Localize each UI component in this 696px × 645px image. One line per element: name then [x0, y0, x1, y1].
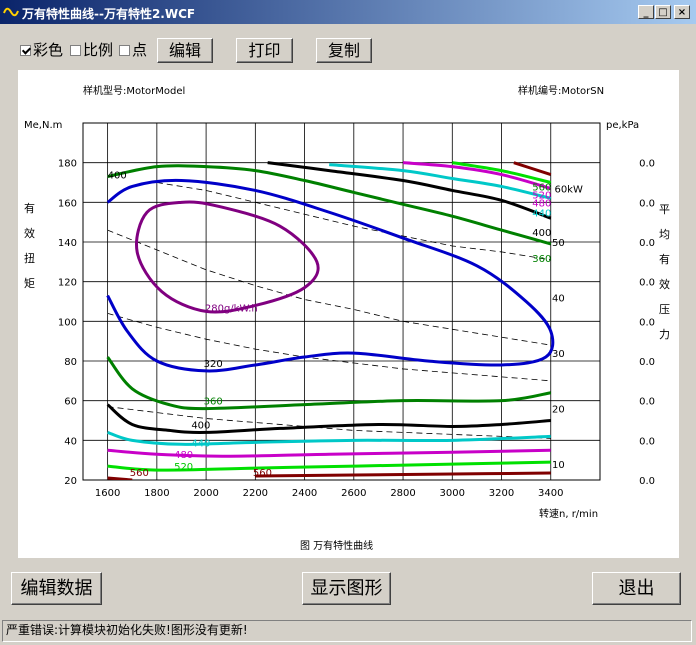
point-checkbox-box[interactable] [119, 45, 130, 56]
power-line [107, 406, 551, 439]
bsfc-contour [107, 164, 552, 246]
right-axis-title-char: 均 [659, 228, 670, 241]
ratio-checkbox-label: 比例 [83, 41, 114, 59]
edit-data-button[interactable]: 编辑数据 [11, 572, 102, 605]
power-line [107, 229, 551, 346]
y-tick-label: 100 [58, 317, 77, 328]
chart-caption: 图 万有特性曲线 [300, 539, 373, 552]
point-checkbox-label: 点 [132, 41, 148, 59]
x-tick-label: 3200 [489, 488, 514, 499]
x-tick-label: 2800 [390, 488, 415, 499]
status-bar: 严重错误:计算模块初始化失败!图形没有更新! [2, 620, 692, 642]
right-tick-label: 0.0 [639, 397, 655, 408]
y-tick-label: 120 [58, 278, 77, 289]
contour-label: 440 [191, 438, 210, 449]
right-tick-label: 0.0 [639, 476, 655, 487]
contour-label: 480 [174, 450, 193, 461]
contour-label: 360 [532, 254, 551, 265]
maximize-button[interactable]: □ [655, 5, 671, 19]
contour-label: 400 [532, 228, 551, 239]
bsfc-contour [255, 471, 551, 478]
contour-label: 360 [204, 397, 223, 408]
right-axis-title-char: 平 [659, 203, 670, 216]
contour-label: 400 [191, 420, 210, 431]
sn-label: 样机编号:MotorSN [518, 84, 604, 97]
right-tick-label: 0.0 [639, 159, 655, 170]
power-label: 40 [552, 294, 565, 305]
right-tick-label: 0.0 [639, 278, 655, 289]
contour-label: 520 [174, 462, 193, 473]
y-tick-label: 160 [58, 198, 77, 209]
contour-label: 320 [204, 359, 223, 370]
ratio-checkbox-box[interactable] [70, 45, 81, 56]
y-tick-label: 20 [64, 476, 77, 487]
contour-label: 560 [253, 468, 272, 479]
x-tick-label: 1800 [144, 488, 169, 499]
title-bar: 万有特性曲线--万有特性2.WCF _ □ × [0, 0, 696, 24]
color-checkbox[interactable]: 彩色 [20, 41, 63, 59]
left-axis-title-char: 效 [24, 226, 35, 240]
y-tick-label: 40 [64, 436, 77, 447]
x-tick-label: 3000 [440, 488, 465, 499]
contour-label: 560 [130, 468, 149, 479]
bsfc-contour [513, 161, 552, 176]
app-icon [3, 7, 19, 17]
right-axis-title-char: 效 [659, 277, 670, 291]
x-tick-label: 1600 [95, 488, 120, 499]
y-tick-label: 180 [58, 159, 77, 170]
right-tick-label: 0.0 [639, 357, 655, 368]
y-tick-label: 60 [64, 397, 77, 408]
x-axis-label: 转速n, r/min [539, 507, 598, 520]
contour-label: 280g/kW.h [205, 303, 258, 314]
bsfc-contour [135, 200, 320, 314]
show-chart-button[interactable]: 显示图形 [302, 572, 391, 605]
x-tick-label: 2600 [341, 488, 366, 499]
chart-panel: 样机型号:MotorModel 样机编号:MotorSN Me,N.m pe,k… [18, 70, 679, 558]
power-label: 50 [552, 238, 565, 249]
x-tick-label: 2400 [292, 488, 317, 499]
minimize-button[interactable]: _ [638, 5, 654, 19]
right-axis-title-char: 力 [659, 328, 670, 341]
x-tick-label: 3400 [538, 488, 563, 499]
left-axis-title-char: 矩 [24, 277, 35, 290]
power-label: 60kW [554, 184, 583, 195]
bsfc-contour [107, 476, 133, 480]
right-unit-label: pe,kPa [606, 120, 639, 131]
bsfc-contour [107, 430, 551, 446]
power-label: 10 [552, 460, 565, 471]
right-tick-label: 0.0 [639, 317, 655, 328]
contour-label: 400 [108, 171, 127, 182]
power-line [107, 313, 551, 382]
power-label: 20 [552, 405, 565, 416]
right-tick-label: 0.0 [639, 238, 655, 249]
status-message: 严重错误:计算模块初始化失败!图形没有更新! [6, 623, 248, 637]
power-label: 30 [552, 349, 565, 360]
point-checkbox[interactable]: 点 [119, 41, 147, 59]
left-axis-title-char: 扭 [24, 251, 35, 265]
color-checkbox-label: 彩色 [33, 41, 64, 59]
copy-button[interactable]: 复制 [316, 38, 372, 63]
edit-button[interactable]: 编辑 [157, 38, 213, 63]
y-tick-label: 80 [64, 357, 77, 368]
color-checkbox-box[interactable] [20, 45, 31, 56]
exit-button[interactable]: 退出 [592, 572, 681, 605]
right-tick-label: 0.0 [639, 436, 655, 447]
close-button[interactable]: × [674, 5, 690, 19]
y-tick-label: 140 [58, 238, 77, 249]
print-button[interactable]: 打印 [236, 38, 293, 63]
bsfc-contour [106, 178, 555, 373]
right-axis-title-char: 有 [659, 252, 670, 266]
left-axis-title-char: 有 [24, 201, 35, 215]
contour-label: 440 [532, 208, 551, 219]
model-label: 样机型号:MotorModel [83, 84, 185, 97]
ratio-checkbox[interactable]: 比例 [70, 41, 113, 59]
window-title: 万有特性曲线--万有特性2.WCF [22, 7, 196, 21]
x-tick-label: 2000 [193, 488, 218, 499]
left-unit-label: Me,N.m [24, 120, 62, 131]
x-tick-label: 2200 [243, 488, 268, 499]
right-axis-title-char: 压 [659, 303, 670, 316]
right-tick-label: 0.0 [639, 198, 655, 209]
universal-characteristic-chart: 样机型号:MotorModel 样机编号:MotorSN Me,N.m pe,k… [24, 84, 670, 552]
